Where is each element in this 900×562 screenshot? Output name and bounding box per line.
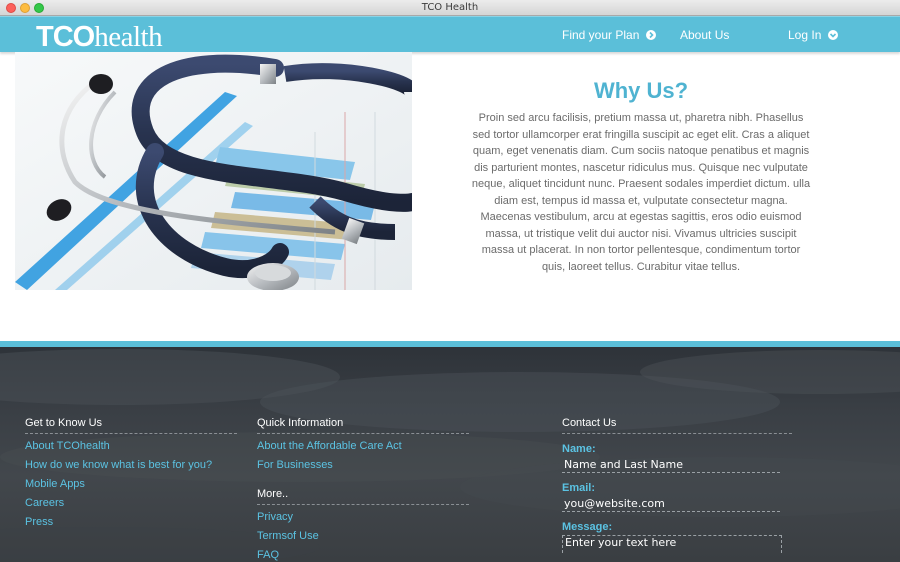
nav-find-your-plan[interactable]: Find your Plan (562, 28, 656, 42)
window-titlebar: TCO Health (0, 0, 900, 16)
nav-about-us[interactable]: About Us (680, 28, 729, 42)
footer-get-to-know-us: Get to Know Us About TCOhealth How do we… (25, 417, 237, 529)
nav-about-us-label: About Us (680, 28, 730, 42)
stethoscope-on-chart-photo (15, 52, 412, 290)
footer-link-faq[interactable]: FAQ (257, 548, 469, 562)
footer-link-careers[interactable]: Careers (25, 496, 237, 510)
footer-get-to-know-heading: Get to Know Us (25, 417, 237, 434)
logo-bold-text: TCO (36, 21, 95, 53)
site-header: TCOhealth Find your Plan About Us Log In (0, 16, 900, 52)
footer-quick-information: Quick Information About the Affordable C… (257, 417, 469, 472)
footer-contact-form: Contact Us Name: Email: Message: (562, 417, 792, 553)
nav-log-in[interactable]: Log In (788, 28, 838, 42)
chevron-down-circle-icon (827, 30, 838, 40)
site-logo[interactable]: TCOhealth (36, 21, 163, 53)
contact-message-textarea[interactable] (562, 535, 782, 553)
nav-log-in-label: Log In (788, 28, 822, 42)
window-title: TCO Health (421, 2, 479, 13)
why-us-heading: Why Us? (593, 78, 689, 103)
contact-message-label: Message: (562, 521, 613, 533)
footer-link-privacy[interactable]: Privacy (257, 510, 469, 524)
nav-find-your-plan-label: Find your Plan (562, 28, 640, 42)
contact-name-input[interactable] (562, 457, 780, 473)
logo-light-text: health (94, 21, 163, 53)
footer-link-about-tcohealth[interactable]: About TCOhealth (25, 439, 237, 453)
footer-link-terms-of-use[interactable]: Termsof Use (257, 529, 469, 543)
footer-link-press[interactable]: Press (25, 515, 237, 529)
contact-name-label: Name: (562, 443, 596, 455)
site-footer: Get to Know Us About TCOhealth How do we… (0, 341, 900, 562)
footer-link-mobile-apps[interactable]: Mobile Apps (25, 477, 237, 491)
footer-more-heading: More.. (257, 488, 469, 505)
footer-contact-heading: Contact Us (562, 417, 792, 434)
contact-email-label: Email: (562, 482, 596, 494)
footer-more: More.. Privacy Termsof Use FAQ (257, 488, 469, 562)
footer-quick-info-heading: Quick Information (257, 417, 469, 434)
contact-email-input[interactable] (562, 496, 780, 512)
chevron-right-circle-icon (645, 30, 656, 40)
footer-link-how-we-know[interactable]: How do we know what is best for you? (25, 458, 237, 472)
why-us-paragraph: Proin sed arcu facilisis, pretium massa … (471, 112, 811, 273)
footer-link-for-businesses[interactable]: For Businesses (257, 458, 469, 472)
footer-link-affordable-care-act[interactable]: About the Affordable Care Act (257, 439, 469, 453)
